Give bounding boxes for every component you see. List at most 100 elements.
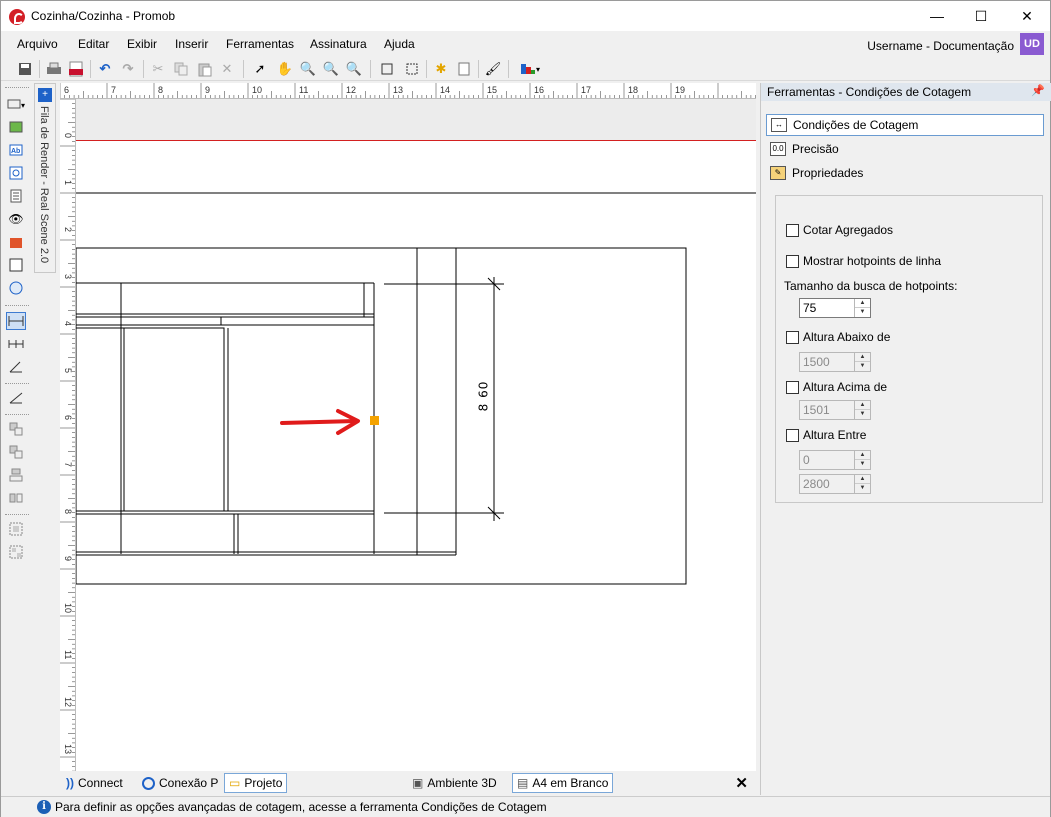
frame-fit-icon[interactable] [402, 59, 422, 79]
menu-editar[interactable]: Editar [78, 37, 109, 51]
left-ruler: 0 1 2 3 4 5 6 7 8 9 10 11 12 13 [60, 99, 76, 771]
pdf-icon[interactable] [66, 59, 86, 79]
cotar-agregados-checkbox[interactable]: Cotar Agregados [786, 223, 893, 237]
ruler-top-label: 15 [487, 85, 497, 95]
panel-item-propriedades[interactable]: ✎ Propriedades [766, 162, 1044, 184]
ruler-left-label: 0 [63, 133, 73, 138]
menu-bar: Arquivo Editar Exibir Inserir Ferramenta… [1, 31, 1050, 57]
tamanho-busca-stepper[interactable]: 75 ▲ ▼ [799, 298, 871, 318]
checkbox-box[interactable] [786, 428, 799, 442]
checkbox-box[interactable] [786, 223, 799, 237]
dimension-tool-icon[interactable] [6, 312, 26, 330]
maximize-button[interactable]: ☐ [958, 1, 1004, 31]
menu-ferramentas[interactable]: Ferramentas [226, 37, 294, 51]
layers-color-dropdown-icon[interactable]: ▾ [516, 59, 544, 79]
symbol-tool-icon[interactable] [6, 164, 26, 182]
ruler-left-label: 12 [63, 697, 73, 707]
align-tool-3-icon[interactable] [6, 466, 26, 484]
copy-icon[interactable] [171, 59, 191, 79]
dimension-label: 8 60 [476, 380, 491, 412]
measure-tool-icon[interactable] [6, 389, 26, 407]
close-button[interactable]: ✕ [1004, 1, 1050, 31]
view-eye-tool-icon[interactable]: 👁 [6, 210, 26, 228]
blank-page-icon[interactable] [454, 59, 474, 79]
pan-hand-icon[interactable]: ✋ [275, 59, 295, 79]
tab-ambiente-3d[interactable]: ▣ Ambiente 3D [408, 773, 501, 793]
ruler-top-label: 8 [158, 85, 163, 95]
checkbox-box[interactable] [786, 330, 799, 344]
cut-icon[interactable]: ✂ [148, 59, 168, 79]
altura-abaixo-checkbox[interactable]: Altura Abaixo de [786, 330, 890, 344]
tab-projeto[interactable]: ▭ Projeto [224, 773, 288, 793]
status-text: Para definir as opções avançadas de cota… [55, 800, 547, 814]
app-window: Cozinha/Cozinha - Promob — ☐ ✕ Arquivo E… [0, 0, 1051, 817]
spin-down-icon: ▼ [859, 411, 866, 417]
panel-item-precisao[interactable]: 0.0 Precisão [766, 138, 1044, 160]
new-page-sparkle-icon[interactable]: ✱ [431, 59, 451, 79]
zoom-out-icon[interactable]: 🔍 [321, 59, 341, 79]
ruler-top-label: 7 [111, 85, 116, 95]
align-tool-1-icon[interactable] [6, 420, 26, 438]
paste-icon[interactable] [195, 59, 215, 79]
mostrar-hotpoints-checkbox[interactable]: Mostrar hotpoints de linha [786, 254, 941, 268]
connect-rss-icon: )) [66, 776, 74, 790]
undo-icon[interactable]: ↶ [95, 59, 115, 79]
title-bar: Cozinha/Cozinha - Promob — ☐ ✕ [1, 1, 1050, 31]
paint-roller-icon[interactable]: 🖌 [483, 59, 503, 79]
panel-item-condicoes-cotagem[interactable]: ↔ Condições de Cotagem [766, 114, 1044, 136]
altura-acima-stepper: 1501 ▲ ▼ [799, 400, 871, 420]
save-icon[interactable] [15, 59, 35, 79]
align-tool-2-icon[interactable] [6, 443, 26, 461]
zoom-all-icon[interactable]: 🔍 [344, 59, 364, 79]
menu-assinatura[interactable]: Assinatura [310, 37, 367, 51]
layout-tool-icon[interactable] [6, 256, 26, 274]
menu-inserir[interactable]: Inserir [175, 37, 208, 51]
clock-tool-icon[interactable] [6, 279, 26, 297]
spin-up-icon[interactable]: ▲ [855, 299, 870, 308]
text-tool-icon[interactable]: Ab [6, 141, 26, 159]
ruler-left-label: 3 [63, 274, 73, 279]
menu-exibir[interactable]: Exibir [127, 37, 157, 51]
ruler-top-label: 10 [252, 85, 262, 95]
ungroup-tool-icon[interactable] [6, 543, 26, 561]
spin-down-icon: ▼ [859, 363, 866, 369]
frame-select-icon[interactable] [377, 59, 397, 79]
minimize-button[interactable]: — [914, 1, 960, 31]
print-icon[interactable] [44, 59, 64, 79]
spin-down-icon[interactable]: ▼ [855, 308, 870, 317]
image-tool-icon[interactable] [6, 118, 26, 136]
zoom-window-icon[interactable]: 🔍 [298, 59, 318, 79]
group-tool-icon[interactable] [6, 520, 26, 538]
redo-icon[interactable]: ↷ [118, 59, 138, 79]
dimension-conditions-icon: ↔ [771, 118, 787, 132]
drawing-canvas[interactable]: 8 60 [76, 99, 756, 771]
checkbox-box[interactable] [786, 254, 799, 268]
user-name[interactable]: Username - Documentação [867, 39, 1014, 53]
distribute-tool-icon[interactable] [6, 489, 26, 507]
avatar[interactable]: UD [1020, 33, 1044, 55]
status-bar: i Para definir as opções avançadas de co… [1, 796, 1050, 817]
angle-dimension-tool-icon[interactable] [6, 358, 26, 376]
delete-icon[interactable]: ✕ [217, 59, 237, 79]
panel-title-bar: Ferramentas - Condições de Cotagem 📌 [761, 83, 1051, 101]
close-tab-button[interactable]: ✕ [735, 774, 748, 792]
menu-ajuda[interactable]: Ajuda [384, 37, 415, 51]
conexao-logo-icon [142, 776, 155, 790]
ruler-top-label: 19 [675, 85, 685, 95]
render-tool-icon[interactable] [6, 233, 26, 251]
list-tool-icon[interactable] [6, 187, 26, 205]
tab-connect[interactable]: )) Connect [62, 773, 127, 793]
ambiente-3d-icon: ▣ [412, 776, 424, 790]
pin-icon[interactable]: 📌 [1031, 84, 1045, 97]
menu-arquivo[interactable]: Arquivo [17, 37, 58, 51]
chain-dimension-tool-icon[interactable] [6, 335, 26, 353]
render-queue-tab[interactable]: + Fila de Render - Real Scene 2.0 [34, 83, 56, 273]
select-pointer-icon[interactable]: ➚ [250, 59, 270, 79]
tab-conexao[interactable]: Conexão P [138, 773, 222, 793]
altura-entre-checkbox[interactable]: Altura Entre [786, 428, 866, 442]
tools-panel: Ferramentas - Condições de Cotagem 📌 ↔ C… [760, 83, 1051, 795]
altura-acima-checkbox[interactable]: Altura Acima de [786, 380, 887, 394]
checkbox-box[interactable] [786, 380, 799, 394]
rectangle-tool-icon[interactable]: ▾ [6, 95, 26, 113]
tab-a4-em-branco[interactable]: ▤ A4 em Branco [512, 773, 614, 793]
